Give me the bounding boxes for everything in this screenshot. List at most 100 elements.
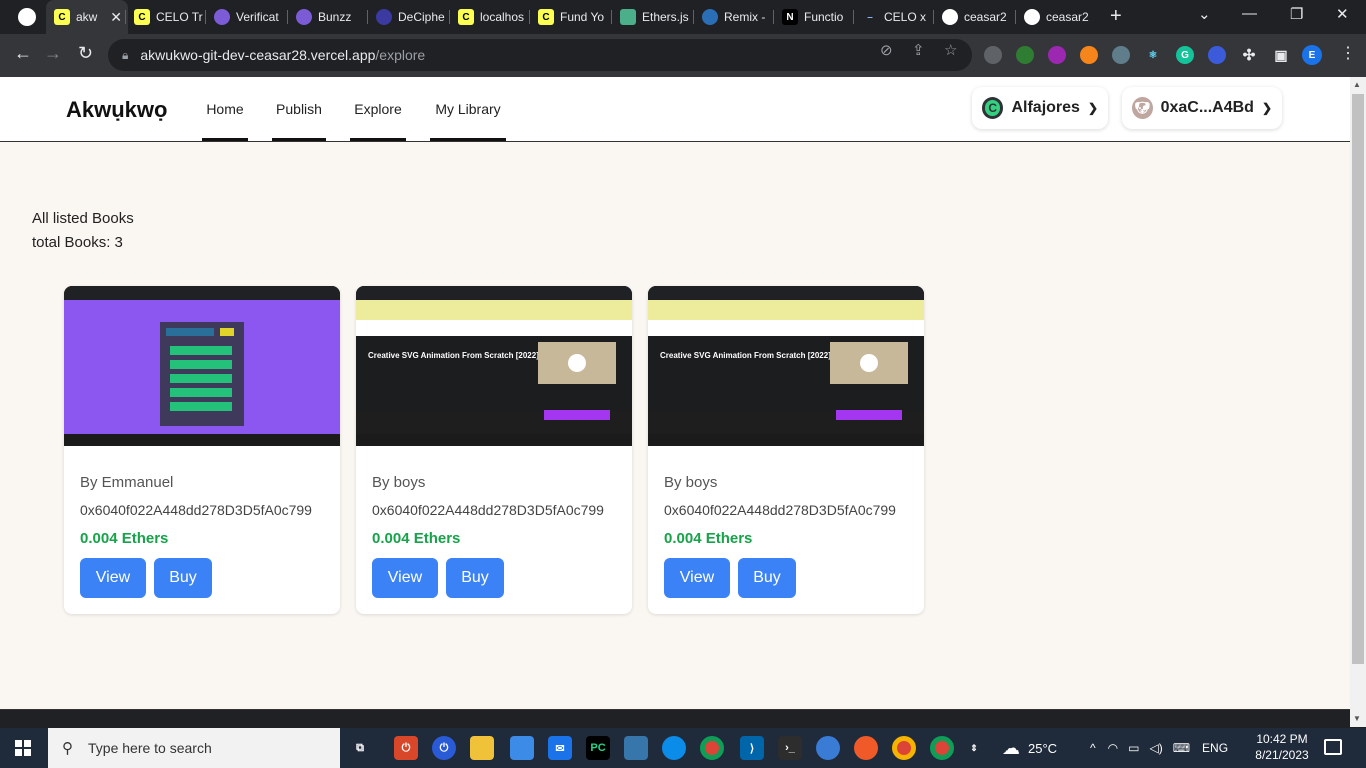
keyboard-icon[interactable]: ⌨: [1173, 741, 1190, 755]
browser-tab[interactable]: – CELO x: [854, 0, 934, 34]
scroll-down-arrow[interactable]: ▼: [1353, 714, 1361, 723]
close-tab-icon[interactable]: ✕: [110, 9, 122, 26]
decipher-icon: [376, 9, 392, 25]
chrome-icon[interactable]: [700, 736, 724, 760]
browser-menu-icon[interactable]: ⋮: [1340, 43, 1356, 63]
pycharm-icon[interactable]: PC: [586, 736, 610, 760]
gray-extension-icon[interactable]: [1112, 46, 1130, 64]
app-icon[interactable]: ⏻: [394, 736, 418, 760]
side-panel-icon[interactable]: ▣: [1272, 46, 1290, 64]
task-view-icon[interactable]: ⧉: [348, 736, 372, 760]
volume-icon[interactable]: ◁): [1149, 741, 1162, 755]
browser-tab[interactable]: Verificat: [206, 0, 286, 34]
mail-icon[interactable]: ✉: [548, 736, 572, 760]
purple-extension-icon[interactable]: [1048, 46, 1066, 64]
browser-tab[interactable]: Bunzz: [288, 0, 368, 34]
system-tray-icons[interactable]: ^ ◠ ▭ ◁) ⌨ ENG: [1090, 728, 1228, 768]
grammarly-icon[interactable]: G: [1176, 46, 1194, 64]
app-icon[interactable]: ⏻: [432, 736, 456, 760]
buy-button[interactable]: Buy: [446, 558, 504, 598]
vscode-icon[interactable]: ⟩: [740, 736, 764, 760]
chevron-down-icon: ❯: [1261, 101, 1272, 115]
puzzle-extensions-icon[interactable]: ✣: [1240, 46, 1258, 64]
browser-tab[interactable]: Clocalhos: [450, 0, 530, 34]
browser-tab[interactable]: C CELO Tr: [126, 0, 206, 34]
extension-icon[interactable]: [984, 46, 1002, 64]
book-price: 0.004 Ethers: [372, 530, 461, 547]
buy-button[interactable]: Buy: [154, 558, 212, 598]
address-bar[interactable]: 🔒︎ akwukwo-git-dev-ceasar28.vercel.app/e…: [108, 39, 972, 71]
reload-button[interactable]: ↻: [78, 43, 93, 64]
site-brand[interactable]: Akwụkwọ: [66, 97, 167, 123]
notification-icon[interactable]: [1324, 739, 1342, 755]
minimize-button[interactable]: —: [1242, 5, 1257, 22]
back-button[interactable]: ←: [14, 43, 32, 64]
search-icon: ⚲: [62, 740, 73, 757]
book-author: By Emmanuel: [80, 474, 174, 491]
browser-tab[interactable]: N Functio: [774, 0, 854, 34]
buy-button[interactable]: Buy: [738, 558, 796, 598]
nav-home[interactable]: Home: [202, 77, 248, 141]
nav-my-library[interactable]: My Library: [430, 77, 506, 141]
tracking-off-icon[interactable]: ⊘: [880, 41, 893, 59]
wallet-address: 0xaC...A4Bd: [1160, 99, 1254, 116]
view-button[interactable]: View: [372, 558, 438, 598]
edge-icon[interactable]: [662, 736, 686, 760]
browser-tab[interactable]: Remix -: [694, 0, 774, 34]
view-button[interactable]: View: [80, 558, 146, 598]
new-tab-button[interactable]: +: [1110, 5, 1122, 28]
browser-tab[interactable]: DeCiphe: [368, 0, 448, 34]
profile-avatar[interactable]: E: [1302, 45, 1322, 65]
restore-button[interactable]: ❐: [1290, 5, 1303, 23]
metamask-fox-icon[interactable]: [1080, 46, 1098, 64]
chevron-up-icon[interactable]: ^: [1090, 741, 1096, 755]
lock-icon[interactable]: 🔒︎: [122, 48, 128, 63]
file-explorer-icon[interactable]: [470, 736, 494, 760]
terminal-icon[interactable]: ›_: [778, 736, 802, 760]
taskbar-search-input[interactable]: ⚲ Type here to search: [48, 728, 340, 768]
globe-icon[interactable]: [816, 736, 840, 760]
view-button[interactable]: View: [664, 558, 730, 598]
browser-tab[interactable]: Ethers.js: [612, 0, 692, 34]
nav-publish[interactable]: Publish: [272, 77, 326, 141]
scrollbar-thumb[interactable]: [1352, 94, 1364, 664]
weather-widget[interactable]: ☁ 25°C: [1002, 728, 1057, 768]
tree-extension-icon[interactable]: [1016, 46, 1034, 64]
browser-tab[interactable]: ceasar2: [934, 0, 1016, 34]
tab-separator: [529, 10, 530, 24]
network-name: Alfajores: [1011, 99, 1080, 116]
listing-total: total Books: 3: [32, 234, 123, 251]
share-icon[interactable]: ⇪: [912, 41, 925, 59]
network-selector[interactable]: C Alfajores ❯: [972, 87, 1108, 129]
chrome-profile-icon[interactable]: [930, 736, 954, 760]
clock[interactable]: 10:42 PM 8/21/2023: [1252, 731, 1312, 763]
chrome-profile-icon[interactable]: [892, 736, 916, 760]
tab-search-icon[interactable]: ⌄: [1198, 5, 1211, 23]
close-window-button[interactable]: ✕: [1336, 5, 1349, 23]
taskbar-overflow-icon[interactable]: ⇕: [962, 736, 986, 760]
wifi-icon[interactable]: ◠: [1108, 741, 1118, 755]
blue-extension-icon[interactable]: [1208, 46, 1226, 64]
forward-button[interactable]: →: [44, 43, 62, 64]
book-cover-image[interactable]: [64, 286, 340, 446]
python-icon[interactable]: [624, 736, 648, 760]
react-devtools-icon[interactable]: ⚛: [1144, 46, 1162, 64]
bookmark-star-icon[interactable]: ☆: [944, 41, 957, 59]
github-icon[interactable]: [18, 8, 36, 26]
windows-start-icon[interactable]: [15, 740, 31, 756]
wallet-selector[interactable]: 🐶︎ 0xaC...A4Bd ❯: [1122, 87, 1282, 129]
browser-tab[interactable]: C Fund Yo: [530, 0, 610, 34]
book-cover-image[interactable]: Creative SVG Animation From Scratch [202…: [648, 286, 924, 446]
browser-tab[interactable]: Cakw ✕: [46, 0, 128, 34]
book-cover-image[interactable]: Creative SVG Animation From Scratch [202…: [356, 286, 632, 446]
browser-tab[interactable]: ceasar2: [1016, 0, 1096, 34]
book-owner-address: 0x6040f022A448dd278D3D5fA0c799: [664, 502, 896, 518]
language-indicator[interactable]: ENG: [1202, 741, 1228, 755]
battery-icon[interactable]: ▭: [1128, 741, 1139, 755]
microsoft-store-icon[interactable]: [510, 736, 534, 760]
nav-explore[interactable]: Explore: [350, 77, 406, 141]
scroll-up-arrow[interactable]: ▲: [1353, 80, 1361, 89]
app-icon[interactable]: [854, 736, 878, 760]
search-placeholder: Type here to search: [88, 740, 212, 756]
tab-label: Remix -: [724, 10, 766, 24]
